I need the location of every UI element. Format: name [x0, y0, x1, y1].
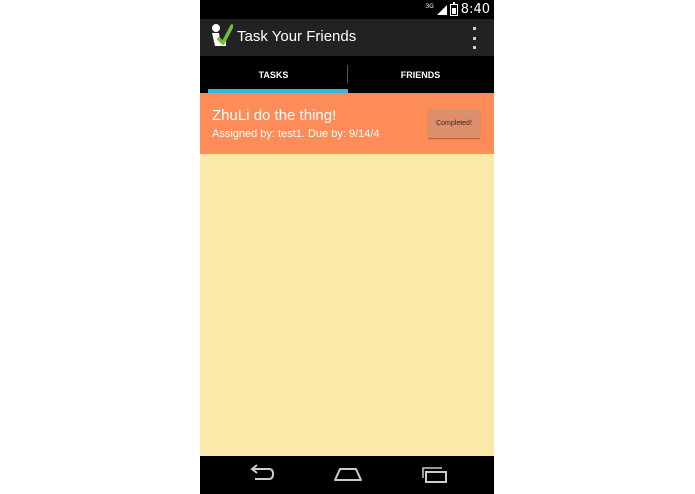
app-title: Task Your Friends — [237, 28, 357, 45]
tab-friends[interactable]: FRIENDS — [347, 56, 494, 93]
phone-screen: 3G 8:40 Task Your Friends TASKS FRIENDS … — [200, 0, 494, 494]
back-icon[interactable] — [245, 463, 277, 485]
tab-tasks-label: TASKS — [258, 69, 289, 80]
recent-apps-icon[interactable] — [419, 463, 451, 485]
status-bar: 3G 8:40 — [200, 0, 494, 19]
overflow-menu-icon[interactable] — [468, 27, 480, 49]
signal-icon — [436, 4, 447, 15]
home-icon[interactable] — [332, 463, 364, 485]
status-icons: 3G 8:40 — [425, 1, 490, 17]
battery-icon — [449, 1, 458, 16]
tab-friends-label: FRIENDS — [400, 69, 441, 80]
navigation-bar — [200, 456, 494, 494]
tab-bar: TASKS FRIENDS — [200, 56, 494, 93]
task-title: ZhuLi do the thing! — [212, 107, 337, 124]
app-logo-icon[interactable] — [209, 22, 233, 50]
tab-tasks[interactable]: TASKS — [200, 56, 347, 93]
clock-time: 8:40 — [460, 2, 490, 17]
task-list-item[interactable]: ZhuLi do the thing! Assigned by: test1. … — [200, 93, 494, 154]
completed-button[interactable]: Completed! — [428, 109, 480, 138]
network-type-label: 3G — [425, 3, 434, 10]
task-assignment-info: Assigned by: test1. Due by: 9/14/4 — [212, 128, 380, 140]
tab-divider — [347, 65, 348, 83]
action-bar: Task Your Friends — [200, 19, 494, 56]
